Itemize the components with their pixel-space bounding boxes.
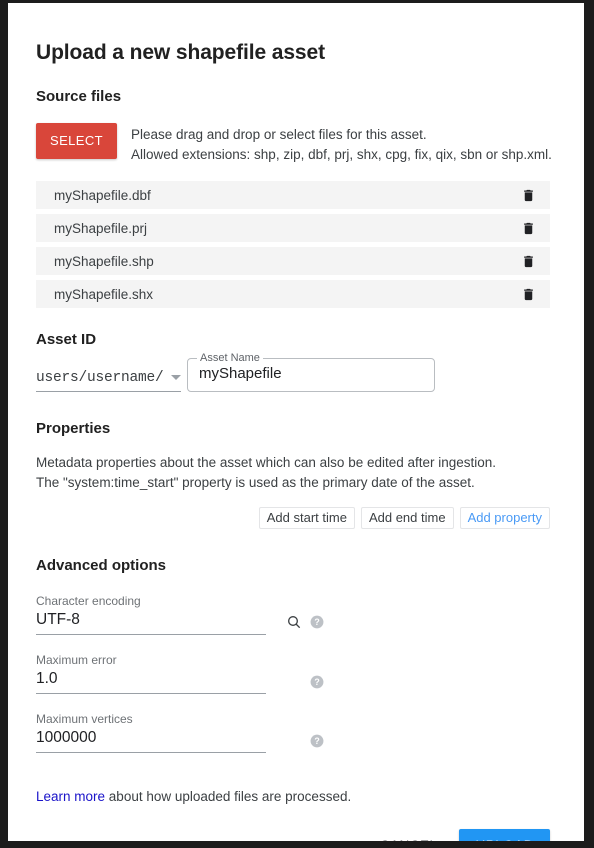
list-item[interactable]: myShapefile.dbf — [36, 181, 550, 209]
svg-text:?: ? — [314, 736, 319, 746]
add-start-time-button[interactable]: Add start time — [258, 507, 355, 529]
maximum-vertices-field[interactable]: Maximum vertices 1000000 ? — [36, 712, 336, 753]
property-buttons: Add start time Add end time Add property — [36, 507, 550, 529]
trash-icon[interactable] — [521, 220, 536, 237]
upload-shapefile-dialog: Upload a new shapefile asset Source file… — [8, 3, 584, 841]
file-name: myShapefile.shp — [54, 253, 154, 269]
properties-description-line1: Metadata properties about the asset whic… — [36, 455, 497, 470]
asset-path-prefix-value: users/username/ — [36, 370, 164, 386]
select-button[interactable]: SELECT — [36, 123, 117, 159]
help-circle-icon[interactable]: ? — [310, 734, 324, 748]
character-encoding-field[interactable]: Character encoding UTF-8 ? — [36, 594, 336, 635]
maximum-error-icons: ? — [310, 675, 324, 689]
maximum-error-label: Maximum error — [36, 653, 117, 667]
character-encoding-label: Character encoding — [36, 594, 141, 608]
file-name: myShapefile.dbf — [54, 187, 151, 203]
trash-icon[interactable] — [521, 286, 536, 303]
learn-more-text: about how uploaded files are processed. — [105, 789, 352, 804]
asset-id-row: users/username/ Asset Name myShapefile — [36, 352, 556, 392]
learn-more-line: Learn more about how uploaded files are … — [36, 787, 556, 807]
svg-text:?: ? — [314, 677, 319, 687]
dialog-actions: CANCEL UPLOAD — [36, 829, 550, 841]
asset-name-label: Asset Name — [197, 352, 263, 364]
select-description: Please drag and drop or select files for… — [131, 123, 552, 165]
source-files-heading: Source files — [36, 88, 122, 105]
select-files-row: SELECT Please drag and drop or select fi… — [36, 123, 556, 165]
maximum-vertices-icons: ? — [310, 734, 324, 748]
trash-icon[interactable] — [521, 253, 536, 270]
asset-name-field[interactable]: Asset Name myShapefile — [187, 352, 435, 392]
character-encoding-input[interactable]: UTF-8 — [36, 610, 266, 635]
chevron-down-icon — [171, 374, 181, 380]
maximum-error-field[interactable]: Maximum error 1.0 ? — [36, 653, 336, 694]
cancel-button[interactable]: CANCEL — [372, 830, 446, 841]
page-title: Upload a new shapefile asset — [36, 41, 325, 64]
list-item[interactable]: myShapefile.prj — [36, 214, 550, 242]
advanced-options-heading: Advanced options — [36, 557, 167, 574]
maximum-vertices-value: 1000000 — [36, 729, 97, 746]
learn-more-link[interactable]: Learn more — [36, 789, 105, 804]
character-encoding-icons: ? — [286, 614, 324, 630]
character-encoding-value: UTF-8 — [36, 611, 80, 628]
maximum-vertices-input[interactable]: 1000000 — [36, 728, 266, 753]
file-name: myShapefile.shx — [54, 286, 154, 302]
select-description-line1: Please drag and drop or select files for… — [130, 127, 427, 142]
list-item[interactable]: myShapefile.shp — [36, 247, 550, 275]
properties-heading: Properties — [36, 420, 111, 437]
search-icon[interactable] — [286, 614, 302, 630]
trash-icon[interactable] — [521, 187, 536, 204]
upload-button[interactable]: UPLOAD — [459, 829, 550, 841]
svg-text:?: ? — [314, 617, 319, 627]
asset-path-prefix-select[interactable]: users/username/ — [36, 370, 181, 392]
help-circle-icon[interactable]: ? — [310, 615, 324, 629]
file-name: myShapefile.prj — [54, 220, 148, 236]
properties-description: Metadata properties about the asset whic… — [36, 453, 556, 493]
properties-description-line2: The "system:time_start" property is used… — [36, 475, 475, 490]
help-circle-icon[interactable]: ? — [310, 675, 324, 689]
maximum-error-value: 1.0 — [36, 670, 58, 687]
maximum-vertices-label: Maximum vertices — [36, 712, 133, 726]
add-property-button[interactable]: Add property — [459, 507, 550, 529]
list-item[interactable]: myShapefile.shx — [36, 280, 550, 308]
maximum-error-input[interactable]: 1.0 — [36, 669, 266, 694]
select-description-line2: Allowed extensions: shp, zip, dbf, prj, … — [130, 147, 552, 162]
file-list: myShapefile.dbf myShapefile.prj myShapef… — [36, 181, 550, 308]
add-end-time-button[interactable]: Add end time — [360, 507, 454, 529]
asset-id-heading: Asset ID — [36, 331, 97, 348]
asset-name-value: myShapefile — [199, 365, 282, 382]
